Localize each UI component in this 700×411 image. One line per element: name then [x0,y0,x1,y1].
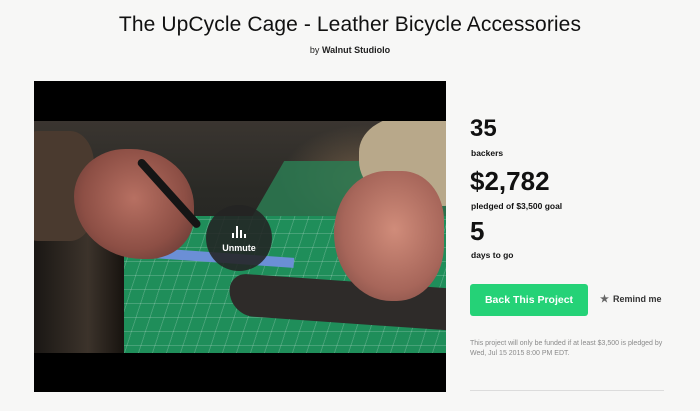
pledged-label: pledged of $3,500 goal [471,201,563,211]
pledged-amount: $2,782 [470,166,550,196]
days-count: 5 [470,216,485,246]
unmute-label: Unmute [222,243,256,253]
project-video[interactable]: Unmute [34,81,446,392]
unmute-button[interactable]: Unmute [206,205,272,271]
byline: by Walnut Studiolo [0,45,700,55]
sound-bars-icon [232,226,246,238]
remind-me-label: Remind me [612,294,662,304]
star-icon: ★ [600,294,609,305]
back-project-button[interactable]: Back This Project [470,284,588,316]
funding-fine-print: This project will only be funded if at l… [470,340,663,357]
creator-link[interactable]: Walnut Studiolo [322,45,390,55]
byline-prefix: by [309,45,320,55]
backers-label: backers [471,148,504,158]
project-title: The UpCycle Cage - Leather Bicycle Acces… [118,13,582,36]
days-label: days to go [471,250,514,260]
project-page: The UpCycle Cage - Leather Bicycle Acces… [0,0,700,411]
backers-count: 35 [470,115,497,142]
divider [470,390,664,391]
remind-me-link[interactable]: ★ Remind me [600,294,661,305]
